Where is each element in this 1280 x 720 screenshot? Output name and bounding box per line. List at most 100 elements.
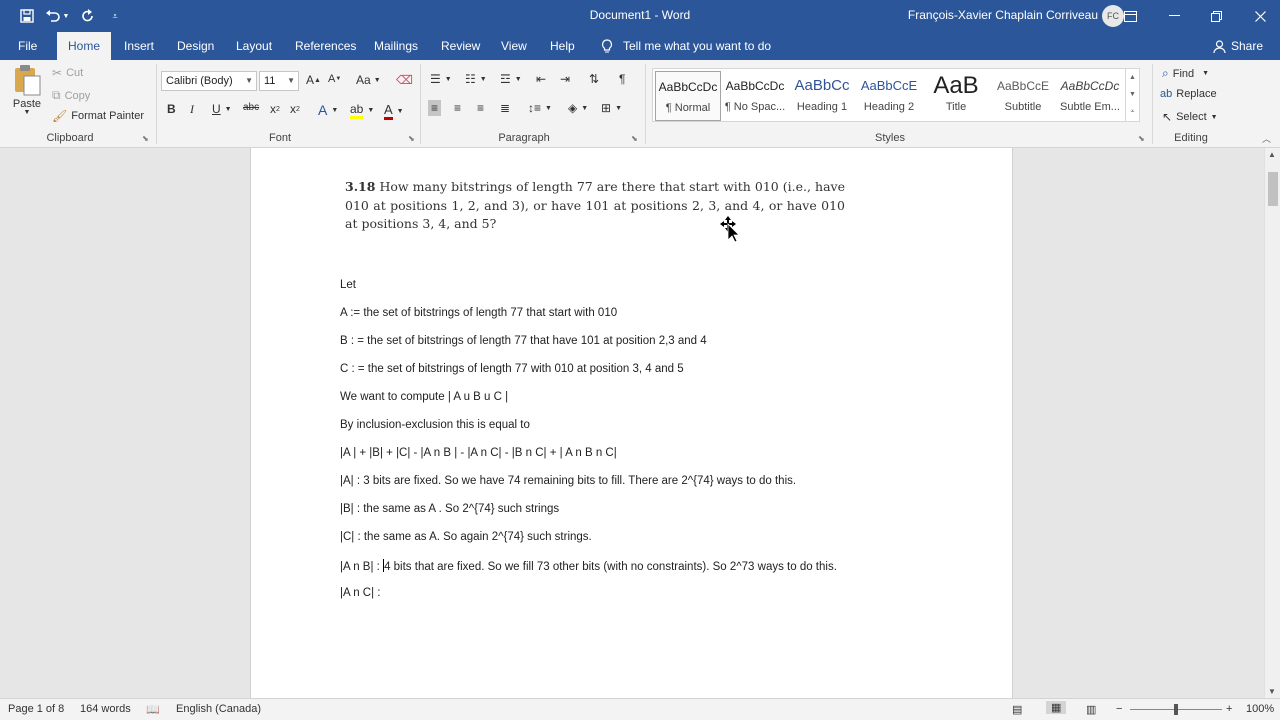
sort-button[interactable]: ⇅ — [589, 72, 599, 86]
tab-file[interactable]: File — [9, 32, 46, 60]
styles-launcher-icon[interactable]: ⬊ — [1138, 134, 1145, 143]
font-family-select[interactable]: Calibri (Body) ▼ — [161, 71, 257, 91]
align-center-button[interactable]: ≡ — [454, 101, 461, 115]
align-left-button[interactable]: ≡ — [428, 100, 442, 116]
font-launcher-icon[interactable]: ⬊ — [408, 134, 415, 143]
scroll-down-icon[interactable]: ▼ — [1268, 687, 1276, 696]
superscript-button[interactable]: x2 — [290, 102, 300, 116]
title-bar: ▼ ⩡ Document1 - Word François-Xavier Cha… — [0, 0, 1280, 32]
styles-group-label: Styles — [875, 132, 905, 144]
tab-view[interactable]: View — [492, 32, 536, 60]
scroll-up-icon[interactable]: ▲ — [1268, 150, 1276, 159]
format-painter-button[interactable]: 🖌 Format Painter — [52, 109, 144, 123]
numbering-button[interactable]: ☷ ▼ — [465, 72, 487, 86]
chevron-down-icon[interactable]: ▼ — [1126, 86, 1139, 103]
line-spacing-button[interactable]: ↕≡ ▼ — [528, 101, 552, 115]
show-formatting-button[interactable]: ¶ — [619, 72, 625, 86]
read-mode-icon[interactable]: ▤ — [1012, 703, 1022, 716]
shrink-font-button[interactable]: A ▼ — [328, 73, 341, 85]
close-icon[interactable] — [1246, 0, 1274, 32]
style-name: ¶ Normal — [665, 102, 711, 114]
tab-review[interactable]: Review — [432, 32, 489, 60]
zoom-in-icon[interactable]: + — [1226, 703, 1232, 715]
zoom-level[interactable]: 100% — [1246, 703, 1274, 715]
align-right-button[interactable]: ≡ — [477, 101, 484, 115]
search-icon: ⌕ — [1162, 66, 1169, 80]
borders-button[interactable]: ⊞ ▼ — [601, 101, 622, 115]
cursor-arrow-icon: ↖ — [1162, 110, 1173, 124]
style-name: Subtle Em... — [1060, 101, 1120, 113]
tab-layout[interactable]: Layout — [227, 32, 281, 60]
increase-indent-button[interactable]: ⇥ — [560, 72, 570, 86]
italic-button[interactable]: I — [190, 102, 194, 117]
tab-references[interactable]: References — [286, 32, 365, 60]
line-spacing-icon: ↕≡ — [528, 101, 542, 115]
shading-button[interactable]: ◈ ▼ — [568, 101, 588, 115]
clipboard-group-label: Clipboard — [46, 132, 94, 144]
highlight-button[interactable]: ab ▼ — [350, 102, 374, 119]
page-count[interactable]: Page 1 of 8 — [8, 703, 64, 715]
print-layout-icon[interactable]: ▦ — [1046, 701, 1067, 714]
tab-home[interactable]: Home — [57, 32, 111, 60]
web-layout-icon[interactable]: ▥ — [1086, 703, 1096, 716]
zoom-slider-thumb[interactable] — [1174, 704, 1178, 715]
style-preview: AaBbCcE — [860, 78, 918, 93]
style-subtitle[interactable]: AaBbCcE Subtitle — [990, 71, 1056, 121]
subscript-button[interactable]: x2 — [270, 102, 280, 116]
divider — [1152, 64, 1153, 144]
more-styles-icon[interactable]: ⩡ — [1126, 103, 1139, 120]
paragraph-launcher-icon[interactable]: ⬊ — [631, 134, 638, 143]
strikethrough-button[interactable]: abc — [243, 102, 259, 113]
select-button[interactable]: ↖ Select ▼ — [1162, 110, 1218, 124]
tab-design[interactable]: Design — [168, 32, 223, 60]
multilevel-list-button[interactable]: ☲ ▼ — [500, 72, 522, 86]
bullets-button[interactable]: ☰ ▼ — [430, 72, 452, 86]
vertical-scrollbar[interactable]: ▲ ▼ — [1264, 148, 1280, 698]
cut-button[interactable]: ✂ Cut — [52, 66, 83, 80]
copy-button[interactable]: ⧉ Copy — [52, 88, 90, 103]
change-case-button[interactable]: Aa ▼ — [356, 73, 381, 87]
replace-button[interactable]: ab Replace — [1160, 88, 1217, 100]
style-normal[interactable]: AaBbCcDc ¶ Normal — [655, 71, 721, 121]
underline-button[interactable]: U ▼ — [212, 102, 232, 116]
word-count[interactable]: 164 words — [80, 703, 131, 715]
text-effects-button[interactable]: A ▼ — [318, 102, 338, 118]
share-label: Share — [1231, 39, 1264, 53]
style-subtle-emphasis[interactable]: AaBbCcDc Subtle Em... — [1057, 71, 1123, 121]
font-color-button[interactable]: A ▼ — [384, 102, 404, 120]
doc-line: |B| : the same as A . So 2^{74} such str… — [340, 503, 560, 515]
bold-button[interactable]: B — [167, 102, 176, 116]
clear-formatting-button[interactable]: ⌫ — [396, 73, 413, 87]
restore-icon[interactable] — [1202, 0, 1230, 32]
share-button[interactable]: Share — [1204, 32, 1272, 60]
user-name[interactable]: François-Xavier Chaplain Corriveau — [908, 8, 1098, 22]
minimize-icon[interactable] — [1160, 0, 1188, 32]
tab-mailings[interactable]: Mailings — [365, 32, 427, 60]
person-icon — [1213, 39, 1226, 53]
chevron-up-icon[interactable]: ▲ — [1126, 69, 1139, 86]
align-right-icon: ≡ — [477, 101, 485, 115]
decrease-indent-button[interactable]: ⇤ — [536, 72, 546, 86]
paste-button[interactable]: Paste ▼ — [12, 64, 42, 116]
scroll-thumb[interactable] — [1268, 172, 1278, 206]
ribbon-display-options-icon[interactable] — [1116, 0, 1144, 32]
tab-insert[interactable]: Insert — [115, 32, 163, 60]
tell-me-box[interactable]: Tell me what you want to do — [592, 32, 780, 60]
grow-font-button[interactable]: A ▲ — [306, 73, 321, 87]
style-heading-2[interactable]: AaBbCcE Heading 2 — [856, 71, 922, 121]
text-effects-icon: A — [318, 102, 328, 118]
style-title[interactable]: AaB Title — [923, 71, 989, 121]
proofing-icon[interactable]: 📖 — [146, 703, 160, 716]
style-no-spacing[interactable]: AaBbCcDc ¶ No Spac... — [722, 71, 788, 121]
styles-scroll[interactable]: ▲ ▼ ⩡ — [1125, 69, 1139, 121]
collapse-ribbon-icon[interactable]: ︿ — [1262, 132, 1271, 145]
tab-help[interactable]: Help — [541, 32, 584, 60]
zoom-out-icon[interactable]: − — [1116, 703, 1122, 715]
clipboard-launcher-icon[interactable]: ⬊ — [142, 134, 149, 143]
document-page[interactable]: 3.18 How many bitstrings of length 77 ar… — [250, 148, 1013, 708]
font-size-select[interactable]: 11 ▼ — [259, 71, 299, 91]
style-heading-1[interactable]: AaBbCc Heading 1 — [789, 71, 855, 121]
justify-button[interactable]: ≣ — [500, 101, 510, 115]
language[interactable]: English (Canada) — [176, 703, 261, 715]
find-button[interactable]: ⌕ Find ▼ — [1162, 66, 1209, 81]
